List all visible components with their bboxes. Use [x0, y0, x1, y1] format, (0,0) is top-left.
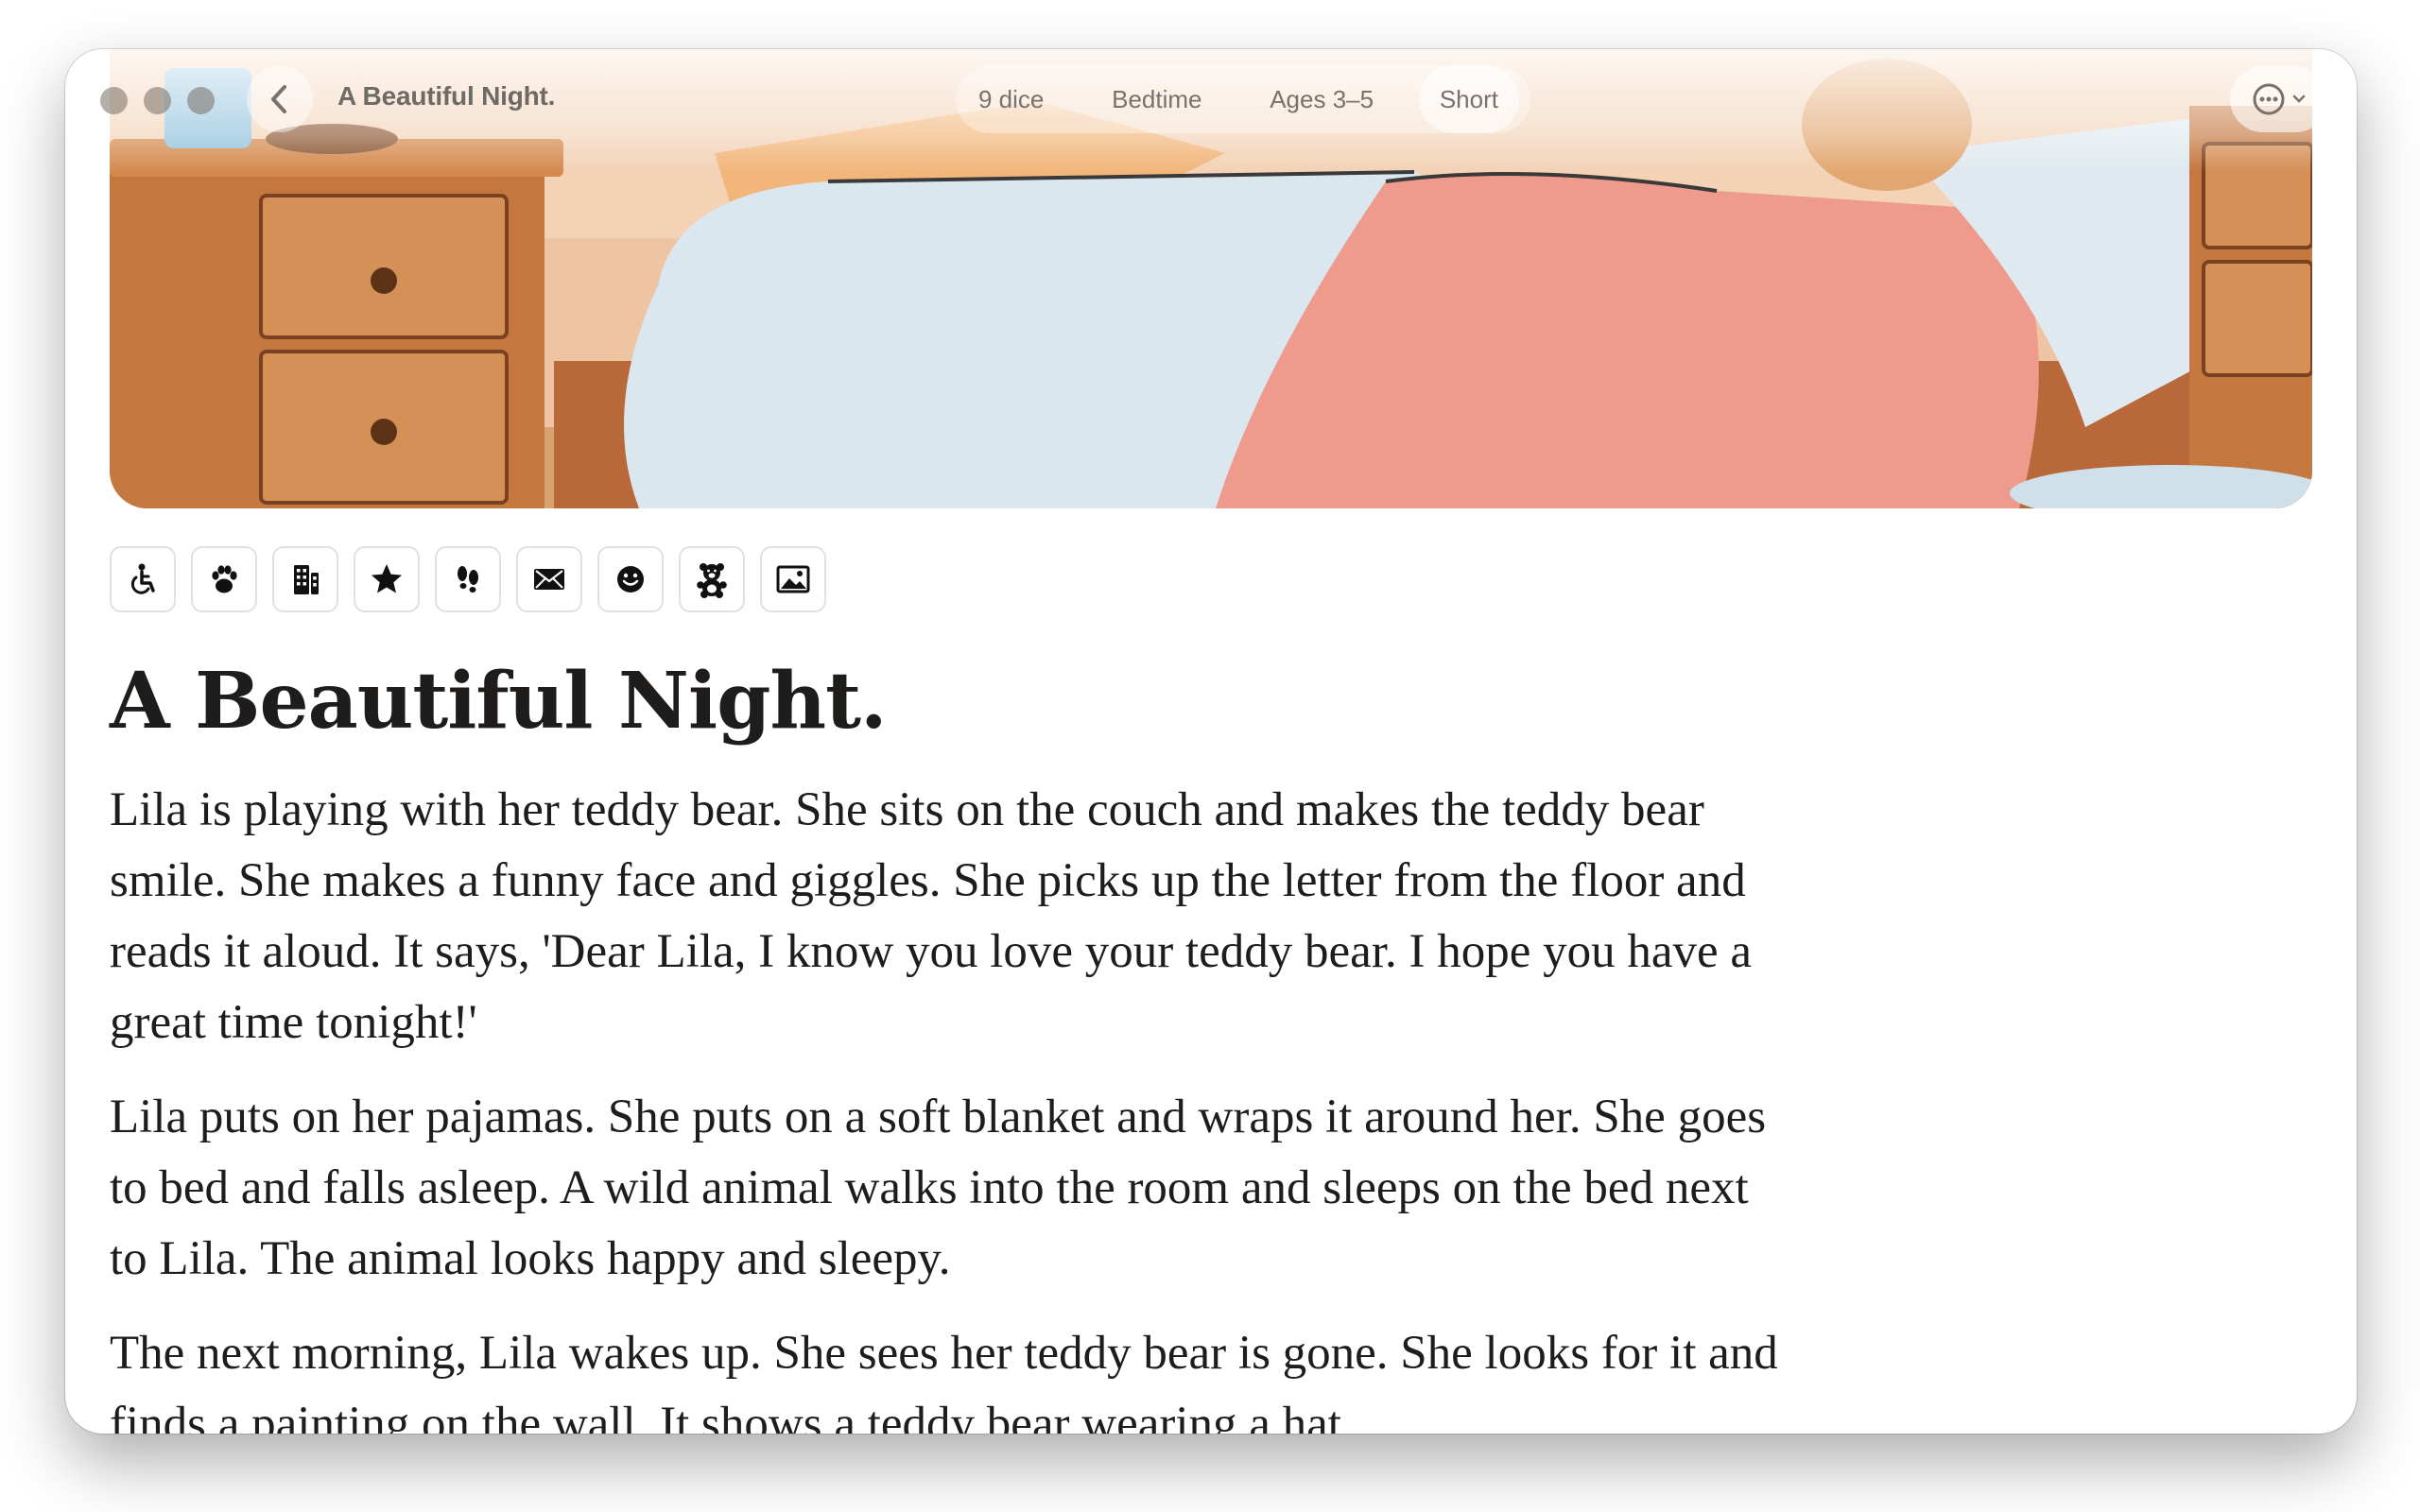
- story-tags: 9 dice Bedtime Ages 3–5 Short: [956, 65, 1530, 133]
- back-button[interactable]: [247, 66, 313, 132]
- tag-bedtime[interactable]: Bedtime: [1089, 65, 1224, 133]
- more-options-button[interactable]: [2230, 66, 2328, 132]
- animal-button[interactable]: [191, 546, 257, 612]
- story-paragraph: Lila is playing with her teddy bear. She…: [110, 783, 1753, 1049]
- toy-button[interactable]: [679, 546, 745, 612]
- message-button[interactable]: [516, 546, 582, 612]
- favorite-button[interactable]: [354, 546, 420, 612]
- journey-button[interactable]: [435, 546, 501, 612]
- smiley-icon: [617, 566, 644, 593]
- tag-dice[interactable]: 9 dice: [956, 65, 1066, 133]
- wheelchair-icon: [130, 563, 155, 594]
- chevron-down-icon: [2292, 94, 2306, 103]
- app-window: A Beautiful Night. 9 dice Bedtime Ages 3…: [65, 49, 2357, 1434]
- minimize-window-button[interactable]: [144, 87, 171, 114]
- story-paragraph: Lila puts on her pajamas. She puts on a …: [110, 1091, 1767, 1285]
- picture-icon: [776, 565, 810, 593]
- envelope-icon: [534, 569, 564, 590]
- story-title: A Beautiful Night.: [110, 656, 888, 747]
- story-content: A Beautiful Night. Lila is playing with …: [110, 654, 1792, 1434]
- emotion-button[interactable]: [597, 546, 664, 612]
- paw-icon: [212, 565, 237, 593]
- footprints-icon: [458, 566, 478, 593]
- star-icon: [372, 564, 402, 593]
- close-window-button[interactable]: [100, 87, 128, 114]
- story-paragraph: The next morning, Lila wakes up. She see…: [110, 1327, 1778, 1434]
- tag-length[interactable]: Short: [1418, 65, 1519, 133]
- story-element-toolbar: [110, 546, 826, 612]
- building-icon: [294, 565, 319, 594]
- accessibility-button[interactable]: [110, 546, 176, 612]
- title-bar: A Beautiful Night. 9 dice Bedtime Ages 3…: [65, 49, 2357, 147]
- teddy-bear-icon: [697, 563, 727, 598]
- ellipsis-circle-icon: [2253, 83, 2285, 115]
- window-title: A Beautiful Night.: [337, 81, 556, 111]
- image-button[interactable]: [760, 546, 826, 612]
- chevron-left-icon: [271, 85, 286, 113]
- place-button[interactable]: [272, 546, 338, 612]
- zoom-window-button[interactable]: [187, 87, 215, 114]
- tag-ages[interactable]: Ages 3–5: [1247, 65, 1396, 133]
